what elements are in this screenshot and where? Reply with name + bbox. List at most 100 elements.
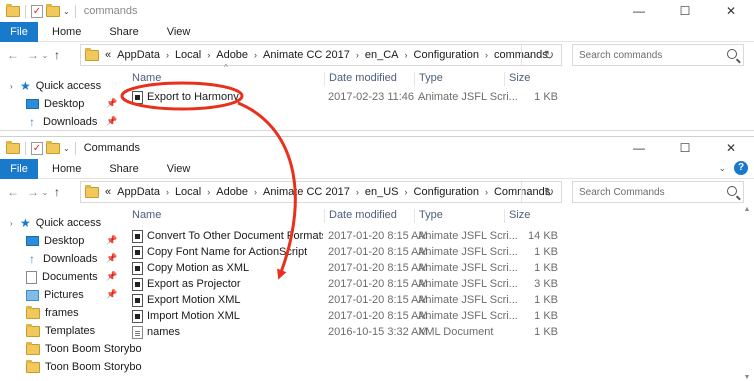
breadcrumb-animate[interactable]: Animate CC 2017 bbox=[263, 49, 350, 61]
column-date-modified[interactable]: Date modified bbox=[324, 209, 397, 223]
chevron-right-icon[interactable]: › bbox=[356, 187, 359, 197]
breadcrumb-local[interactable]: Local bbox=[175, 49, 201, 61]
tab-home[interactable]: Home bbox=[38, 22, 95, 42]
maximize-button[interactable]: ☐ bbox=[662, 137, 708, 159]
chevron-right-icon[interactable]: › bbox=[254, 187, 257, 197]
new-folder-icon[interactable] bbox=[46, 3, 60, 17]
customize-toolbar-dropdown-icon[interactable]: ⌄ bbox=[63, 144, 70, 153]
column-type[interactable]: Type bbox=[414, 72, 443, 86]
close-button[interactable]: ✕ bbox=[708, 137, 754, 159]
nav-item-templates[interactable]: Templates bbox=[0, 322, 118, 340]
refresh-icon[interactable]: ↻ bbox=[540, 45, 558, 65]
breadcrumb-overflow[interactable]: « bbox=[105, 49, 111, 61]
chevron-right-icon[interactable]: › bbox=[207, 187, 210, 197]
search-input[interactable]: Search commands bbox=[572, 44, 744, 66]
breadcrumb-appdata[interactable]: AppData bbox=[117, 49, 160, 61]
column-name[interactable]: Name bbox=[128, 72, 161, 84]
tab-share[interactable]: Share bbox=[95, 159, 152, 179]
breadcrumb-configuration[interactable]: Configuration bbox=[414, 49, 479, 61]
breadcrumb-appdata[interactable]: AppData bbox=[117, 186, 160, 198]
column-date-modified[interactable]: Date modified bbox=[324, 72, 397, 86]
recent-locations-dropdown-icon[interactable]: ⌄ bbox=[40, 188, 50, 197]
nav-item-quick-access[interactable]: › ★ Quick access bbox=[0, 77, 118, 95]
minimize-button[interactable]: — bbox=[616, 137, 662, 159]
chevron-right-icon[interactable]: › bbox=[485, 187, 488, 197]
address-bar[interactable]: « AppData › Local › Adobe › Animate CC 2… bbox=[80, 181, 562, 203]
breadcrumb-overflow[interactable]: « bbox=[105, 186, 111, 198]
properties-icon[interactable]: ✓ bbox=[31, 141, 43, 155]
nav-item-desktop[interactable]: Desktop 📌 bbox=[0, 95, 118, 113]
column-size[interactable]: Size bbox=[504, 209, 530, 223]
file-row[interactable]: Export Motion XML 2017-01-20 8:15 AM Ani… bbox=[128, 292, 754, 308]
nav-item-downloads[interactable]: ↑ Downloads 📌 bbox=[0, 113, 118, 130]
file-row[interactable]: Export to Harmony 2017-02-23 11:46 ... A… bbox=[128, 89, 754, 105]
nav-item-quick-access[interactable]: › ★ Quick access bbox=[0, 214, 118, 232]
chevron-right-icon[interactable]: › bbox=[405, 50, 408, 60]
toolbar-divider bbox=[25, 4, 26, 18]
scroll-down-icon[interactable]: ▼ bbox=[740, 374, 754, 381]
expand-icon[interactable]: › bbox=[10, 219, 20, 228]
column-name[interactable]: Name bbox=[128, 209, 161, 221]
chevron-right-icon[interactable]: › bbox=[405, 187, 408, 197]
nav-item-documents[interactable]: Documents 📌 bbox=[0, 268, 118, 286]
breadcrumb-locale[interactable]: en_US bbox=[365, 186, 399, 198]
tab-view[interactable]: View bbox=[153, 159, 205, 179]
up-button[interactable]: ↑ bbox=[50, 185, 64, 199]
nav-item-label: Quick access bbox=[35, 80, 102, 92]
chevron-right-icon[interactable]: › bbox=[485, 50, 488, 60]
address-dropdown-icon[interactable]: ⌄ bbox=[521, 45, 537, 65]
chevron-right-icon[interactable]: › bbox=[166, 50, 169, 60]
breadcrumb-adobe[interactable]: Adobe bbox=[216, 49, 248, 61]
properties-icon[interactable]: ✓ bbox=[31, 4, 43, 18]
breadcrumb-locale[interactable]: en_CA bbox=[365, 49, 399, 61]
chevron-right-icon[interactable]: › bbox=[254, 50, 257, 60]
customize-toolbar-dropdown-icon[interactable]: ⌄ bbox=[63, 7, 70, 16]
column-size[interactable]: Size bbox=[504, 72, 530, 86]
recent-locations-dropdown-icon[interactable]: ⌄ bbox=[40, 51, 50, 60]
minimize-button[interactable]: — bbox=[616, 0, 662, 22]
tab-share[interactable]: Share bbox=[95, 22, 152, 42]
breadcrumb-adobe[interactable]: Adobe bbox=[216, 186, 248, 198]
forward-button[interactable]: → bbox=[26, 48, 40, 62]
breadcrumb-configuration[interactable]: Configuration bbox=[414, 186, 479, 198]
file-row[interactable]: Export as Projector 2017-01-20 8:15 AM A… bbox=[128, 276, 754, 292]
column-type[interactable]: Type bbox=[414, 209, 443, 223]
chevron-right-icon[interactable]: › bbox=[207, 50, 210, 60]
address-dropdown-icon[interactable]: ⌄ bbox=[521, 182, 537, 202]
breadcrumb-animate[interactable]: Animate CC 2017 bbox=[263, 186, 350, 198]
file-row[interactable]: names 2016-10-15 3:32 AM XML Document 1 … bbox=[128, 324, 754, 340]
file-row[interactable]: Convert To Other Document Formats 2017-0… bbox=[128, 228, 754, 244]
forward-button[interactable]: → bbox=[26, 185, 40, 199]
maximize-button[interactable]: ☐ bbox=[662, 0, 708, 22]
vertical-scrollbar[interactable]: ▲ ▼ bbox=[740, 206, 754, 381]
back-button[interactable]: ← bbox=[6, 48, 20, 62]
tab-view[interactable]: View bbox=[153, 22, 205, 42]
tab-file[interactable]: File bbox=[0, 158, 38, 179]
nav-item-desktop[interactable]: Desktop 📌 bbox=[0, 232, 118, 250]
close-button[interactable]: ✕ bbox=[708, 0, 754, 22]
scroll-up-icon[interactable]: ▲ bbox=[740, 206, 754, 213]
help-icon[interactable]: ? bbox=[734, 161, 748, 175]
refresh-icon[interactable]: ↻ bbox=[540, 182, 558, 202]
chevron-right-icon[interactable]: › bbox=[356, 50, 359, 60]
expand-icon[interactable]: › bbox=[10, 82, 20, 91]
chevron-right-icon[interactable]: › bbox=[166, 187, 169, 197]
file-row[interactable]: Copy Font Name for ActionScript 2017-01-… bbox=[128, 244, 754, 260]
nav-item-downloads[interactable]: ↑ Downloads 📌 bbox=[0, 250, 118, 268]
nav-item-frames[interactable]: frames bbox=[0, 304, 118, 322]
tab-home[interactable]: Home bbox=[38, 159, 95, 179]
back-button[interactable]: ← bbox=[6, 185, 20, 199]
breadcrumb-local[interactable]: Local bbox=[175, 186, 201, 198]
new-folder-icon[interactable] bbox=[46, 140, 60, 154]
nav-item-toon-boom-2[interactable]: Toon Boom Storybo bbox=[0, 358, 142, 376]
up-button[interactable]: ↑ bbox=[50, 48, 64, 62]
file-row[interactable]: Copy Motion as XML 2017-01-20 8:15 AM An… bbox=[128, 260, 754, 276]
nav-item-toon-boom-1[interactable]: Toon Boom Storybo bbox=[0, 340, 142, 358]
file-row[interactable]: Import Motion XML 2017-01-20 8:15 AM Ani… bbox=[128, 308, 754, 324]
folder-icon bbox=[6, 3, 20, 17]
address-bar[interactable]: « AppData › Local › Adobe › Animate CC 2… bbox=[80, 44, 562, 66]
expand-ribbon-icon[interactable]: ⌄ bbox=[718, 163, 726, 174]
nav-item-pictures[interactable]: Pictures 📌 bbox=[0, 286, 118, 304]
search-input[interactable]: Search Commands bbox=[572, 181, 744, 203]
tab-file[interactable]: File bbox=[0, 21, 38, 42]
